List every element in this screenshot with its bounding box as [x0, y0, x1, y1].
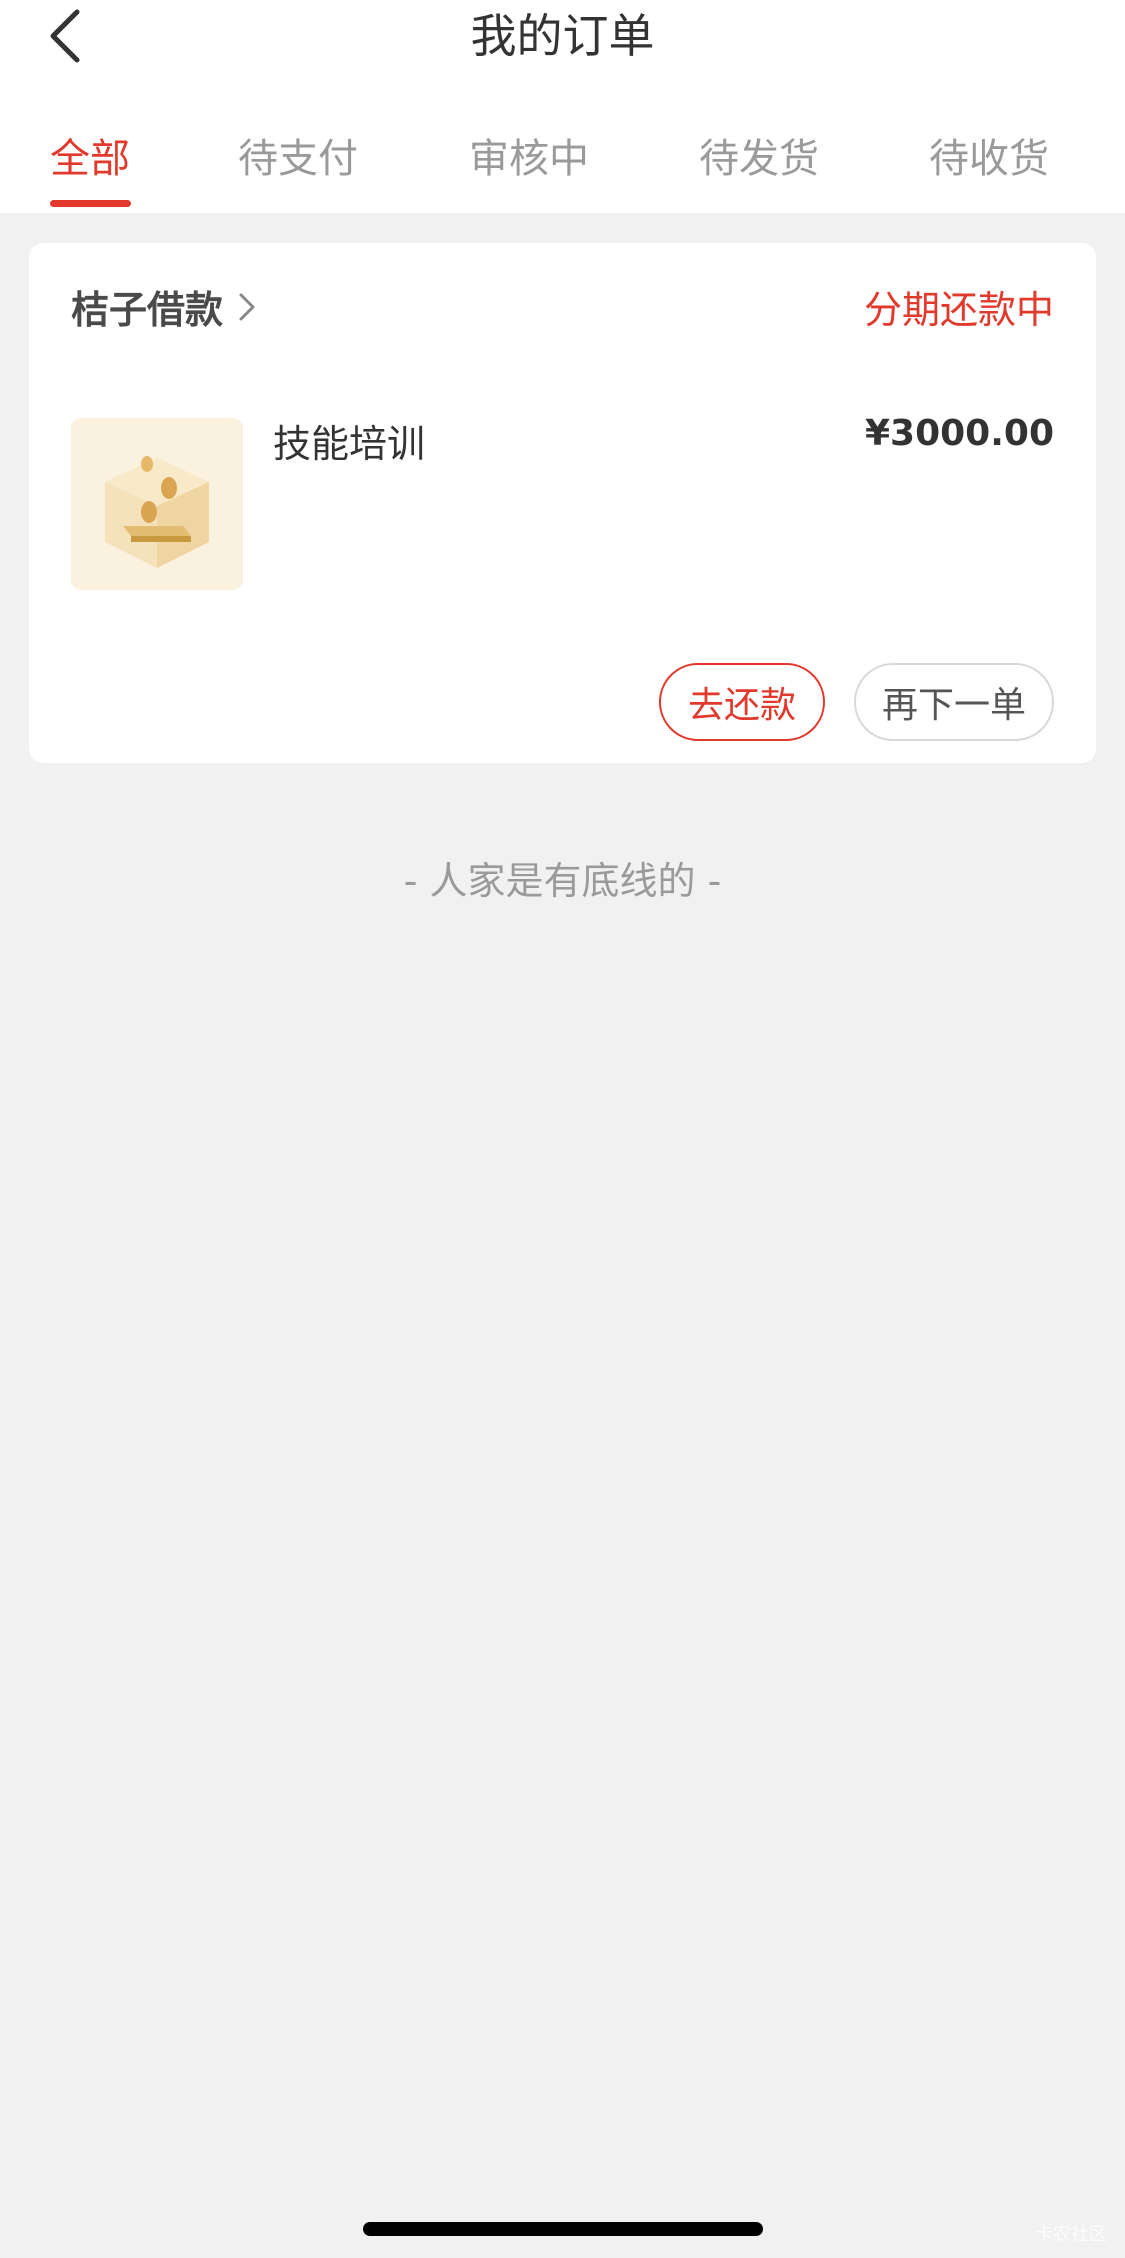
page-title: 我的订单 — [470, 9, 655, 63]
chevron-right-icon — [239, 293, 255, 320]
end-of-list-note: - 人家是有底线的 - — [403, 859, 722, 903]
product-thumbnail — [71, 418, 243, 590]
tab-pending-receipt[interactable]: 待收货 — [904, 124, 1074, 194]
tab-pending-payment[interactable]: 待支付 — [213, 124, 383, 194]
reorder-button[interactable]: 再下一单 — [854, 663, 1054, 741]
repay-button[interactable]: 去还款 — [659, 663, 825, 741]
tab-pending-shipment[interactable]: 待发货 — [674, 124, 844, 194]
top-bar: 我的订单 全部 待支付 审核中 待发货 待收货 — [0, 0, 1125, 213]
tab-under-review[interactable]: 审核中 — [444, 124, 614, 194]
coin-box-icon — [105, 456, 209, 568]
shop-name: 桔子借款 — [71, 288, 224, 332]
order-status: 分期还款中 — [863, 288, 1054, 332]
watermark: 卡农社区 — [1035, 2224, 1107, 2245]
order-card[interactable]: 桔子借款 分期还款中 技能培训 ¥3000.00 去还款 再下一单 — [29, 243, 1096, 763]
active-tab-indicator — [50, 200, 131, 207]
product-price: ¥3000.00 — [864, 413, 1054, 454]
product-name: 技能培训 — [273, 422, 426, 466]
order-tabs: 全部 待支付 审核中 待发货 待收货 — [0, 110, 1125, 210]
shop-link[interactable]: 桔子借款 — [71, 279, 257, 334]
home-indicator — [363, 2222, 763, 2236]
tab-all[interactable]: 全部 — [5, 124, 175, 194]
